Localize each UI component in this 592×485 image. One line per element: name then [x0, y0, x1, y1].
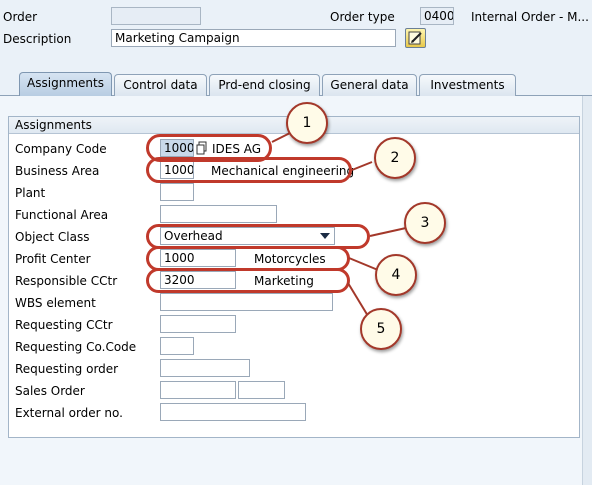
description-input[interactable]: Marketing Campaign	[111, 29, 396, 47]
plant-label: Plant	[15, 186, 46, 200]
sales-order-item-input[interactable]	[238, 381, 285, 399]
requesting-cctr-input[interactable]	[160, 315, 236, 333]
company-code-desc: IDES AG	[212, 142, 262, 156]
tab-prd-end-closing[interactable]: Prd-end closing	[209, 74, 320, 96]
requesting-cocode-input[interactable]	[160, 337, 194, 355]
edit-long-text-button[interactable]	[405, 28, 426, 48]
functional-area-input[interactable]	[160, 205, 277, 223]
responsible-cctr-desc: Marketing	[254, 274, 314, 288]
tab-assignments[interactable]: Assignments	[19, 72, 112, 96]
profit-center-input[interactable]: 1000	[160, 249, 236, 267]
business-area-label: Business Area	[15, 164, 100, 178]
object-class-select[interactable]: Overhead	[160, 227, 335, 245]
tab-investments[interactable]: Investments	[419, 74, 516, 96]
tab-general-data[interactable]: General data	[322, 74, 417, 96]
wbs-element-label: WBS element	[15, 296, 96, 310]
sales-order-input[interactable]	[160, 381, 236, 399]
copy-icon[interactable]	[196, 141, 208, 155]
company-code-input[interactable]: 1000	[160, 139, 194, 157]
business-area-input[interactable]: 1000	[160, 161, 194, 179]
requesting-cctr-label: Requesting CCtr	[15, 318, 113, 332]
order-type-label: Order type	[330, 10, 395, 24]
description-label: Description	[3, 32, 72, 46]
profit-center-label: Profit Center	[15, 252, 91, 266]
external-order-input[interactable]	[160, 403, 306, 421]
object-class-value: Overhead	[164, 229, 223, 243]
business-area-desc: Mechanical engineering	[211, 164, 355, 178]
order-field[interactable]	[111, 7, 201, 25]
sales-order-label: Sales Order	[15, 384, 85, 398]
external-order-label: External order no.	[15, 406, 123, 420]
requesting-cocode-label: Requesting Co.Code	[15, 340, 137, 354]
order-type-desc: Internal Order - M...	[471, 10, 589, 24]
plant-input[interactable]	[160, 183, 194, 201]
callout-4: 4	[375, 254, 417, 296]
responsible-cctr-input[interactable]: 3200	[160, 271, 236, 289]
callout-1: 1	[286, 102, 328, 144]
object-class-label: Object Class	[15, 230, 90, 244]
functional-area-label: Functional Area	[15, 208, 109, 222]
callout-3: 3	[404, 202, 446, 244]
order-type-field[interactable]: 0400	[420, 7, 454, 25]
order-label: Order	[3, 10, 38, 24]
profit-center-desc: Motorcycles	[254, 252, 326, 266]
pencil-icon	[408, 31, 422, 45]
vertical-scrollbar[interactable]	[582, 96, 592, 485]
callout-5: 5	[360, 308, 402, 350]
callout-2: 2	[374, 137, 416, 179]
responsible-cctr-label: Responsible CCtr	[15, 274, 118, 288]
chevron-down-icon[interactable]	[320, 233, 330, 239]
requesting-order-input[interactable]	[160, 359, 250, 377]
requesting-order-label: Requesting order	[15, 362, 119, 376]
tab-control-data[interactable]: Control data	[114, 74, 207, 96]
company-code-label: Company Code	[15, 142, 107, 156]
wbs-element-input[interactable]	[160, 293, 333, 311]
